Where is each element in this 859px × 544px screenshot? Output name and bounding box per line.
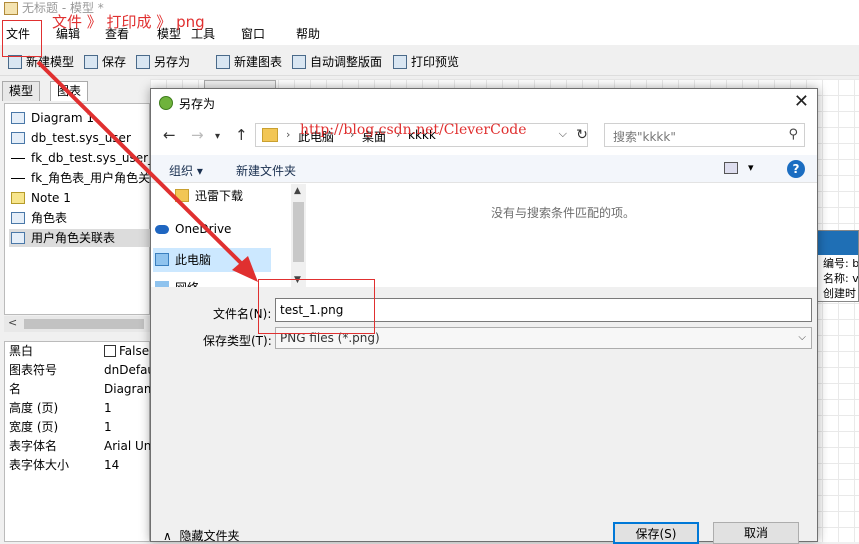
save-as-dialog: 另存为 ✕ ← → ▾ ↑ › 此电脑 › 桌面 › kkkk ⌵ ↻ 搜索"k… <box>150 88 818 544</box>
left-panel-tabs: 模型 图表 <box>0 79 150 101</box>
annotation-path-text: 文件 》 打印成 》 png <box>52 13 205 31</box>
table-icon <box>11 212 25 224</box>
tab-model[interactable]: 模型 <box>2 81 41 101</box>
save-as-button-toolbar[interactable]: 另存为 <box>136 54 190 72</box>
cloud-icon <box>155 225 169 234</box>
scroll-thumb[interactable] <box>24 319 144 329</box>
chevron-right-icon[interactable]: › <box>286 128 290 141</box>
recent-dropdown-icon[interactable]: ▾ <box>215 128 220 146</box>
dialog-title: 另存为 <box>179 97 216 111</box>
filetype-label: 保存类型(T): <box>203 334 272 348</box>
entity-header <box>818 231 858 255</box>
up-arrow-icon[interactable]: ↑ <box>235 126 248 144</box>
search-box[interactable]: 搜索"kkkk" ⚲ <box>604 123 805 147</box>
cancel-button[interactable]: 取消 <box>713 522 799 544</box>
tree-item-fk-sys-user[interactable]: fk_db_test.sys_user_R <box>9 149 151 167</box>
annotation-box-filename <box>258 279 375 334</box>
forward-arrow-icon[interactable]: → <box>191 126 204 144</box>
new-model-icon <box>8 55 22 69</box>
search-placeholder: 搜索"kkkk" <box>613 130 676 144</box>
tree-horizontal-scrollbar[interactable]: < <box>4 316 150 332</box>
file-list-pane[interactable]: 没有与搜索条件匹配的项。 <box>306 184 817 287</box>
chevron-down-icon[interactable]: ▾ <box>748 161 754 174</box>
scroll-thumb[interactable] <box>293 202 304 262</box>
auto-layout-button[interactable]: 自动调整版面 <box>292 54 382 72</box>
hide-folders-toggle[interactable]: ∧ 隐藏文件夹 <box>163 527 239 544</box>
nav-item-network[interactable]: 网络 <box>153 276 271 287</box>
menu-window[interactable]: 窗口 <box>241 25 265 42</box>
prop-row[interactable]: 表字体名Arial Unicode MS <box>5 437 151 456</box>
dialog-icon <box>159 96 173 110</box>
tab-chart[interactable]: 图表 <box>50 81 89 101</box>
prop-row[interactable]: 高度 (页) 1 <box>5 399 151 418</box>
tree-item-fk-role[interactable]: fk_角色表_用户角色关联 <box>9 169 151 187</box>
chevron-down-icon: ⌵ <box>798 332 806 343</box>
scroll-left-icon[interactable]: < <box>8 316 17 329</box>
diagram-icon <box>11 112 25 124</box>
folder-icon <box>262 128 278 142</box>
command-bar: 组织 ▾ 新建文件夹 ▾ ? <box>151 155 817 183</box>
print-preview-button[interactable]: 打印预览 <box>393 54 459 72</box>
tree-item-diagram[interactable]: Diagram 1 <box>9 109 151 127</box>
entity-box[interactable]: 编号: b 名称: v 创建时 <box>817 230 859 302</box>
menu-help[interactable]: 帮助 <box>296 25 320 42</box>
printer-icon <box>393 55 407 69</box>
chevron-up-icon: ∧ <box>163 529 172 543</box>
navigation-pane: 迅雷下载 OneDrive 此电脑 网络 <box>151 184 306 287</box>
view-options-icon[interactable] <box>724 162 738 174</box>
prop-row[interactable]: 宽度 (页) 1 <box>5 418 151 437</box>
refresh-icon[interactable]: ↻ <box>572 124 592 146</box>
nav-item-this-pc[interactable]: 此电脑 <box>153 248 271 272</box>
note-icon <box>11 192 25 204</box>
auto-layout-icon <box>292 55 306 69</box>
tree-item-role-table[interactable]: 角色表 <box>9 209 151 227</box>
empty-message: 没有与搜索条件匹配的项。 <box>491 206 636 220</box>
object-tree: Diagram 1 db_test.sys_user fk_db_test.sy… <box>4 103 151 315</box>
tree-item-sys-user[interactable]: db_test.sys_user <box>9 129 151 147</box>
back-arrow-icon[interactable]: ← <box>163 126 176 144</box>
save-icon <box>84 55 98 69</box>
new-folder-button[interactable]: 新建文件夹 <box>236 162 296 179</box>
close-icon[interactable]: ✕ <box>794 92 809 112</box>
new-chart-icon <box>216 55 230 69</box>
save-button[interactable]: 保存(S) <box>613 522 699 544</box>
prop-row[interactable]: 名Diagram 1 <box>5 380 151 399</box>
table-icon <box>11 132 25 144</box>
chevron-down-icon[interactable]: ⌵ <box>559 127 567 141</box>
search-icon[interactable]: ⚲ <box>788 127 798 142</box>
tree-item-user-role-table[interactable]: 用户角色关联表 <box>9 229 151 247</box>
entity-field: 编号: b <box>823 257 859 270</box>
table-icon <box>11 232 25 244</box>
save-form: 文件名(N): 保存类型(T): PNG files (*.png) ⌵ ∧ 隐… <box>151 287 817 544</box>
annotation-box-file-menu <box>2 20 42 57</box>
folder-icon <box>175 189 189 202</box>
entity-field: 名称: v <box>823 272 859 285</box>
scroll-up-icon[interactable]: ▲ <box>294 186 301 196</box>
nav-item-xunlei[interactable]: 迅雷下载 <box>173 184 291 208</box>
save-as-icon <box>136 55 150 69</box>
computer-icon <box>155 253 169 266</box>
tree-item-note[interactable]: Note 1 <box>9 189 151 207</box>
prop-row[interactable]: 图表符号dnDefault <box>5 361 151 380</box>
nav-item-onedrive[interactable]: OneDrive <box>153 217 271 241</box>
toolbar: 新建模型 保存 另存为 新建图表 自动调整版面 打印预览 <box>0 48 859 76</box>
organize-button[interactable]: 组织 ▾ <box>169 162 203 179</box>
nav-vertical-scrollbar[interactable]: ▲ ▼ <box>291 184 306 287</box>
new-chart-button[interactable]: 新建图表 <box>216 54 282 72</box>
help-icon[interactable]: ? <box>787 160 805 178</box>
watermark-url: http://blog.csdn.net/CleverCode <box>300 122 527 138</box>
properties-grid: 黑白False 图表符号dnDefault 名Diagram 1 高度 (页)1… <box>4 341 151 542</box>
checkbox[interactable] <box>104 345 116 357</box>
app-icon <box>4 2 18 15</box>
prop-row[interactable]: 黑白 False <box>5 342 151 361</box>
save-button-toolbar[interactable]: 保存 <box>84 54 126 72</box>
entity-field: 创建时 <box>823 287 856 300</box>
relation-icon <box>11 178 25 187</box>
prop-row[interactable]: 表字体大小 14 <box>5 456 151 475</box>
relation-icon <box>11 158 25 167</box>
